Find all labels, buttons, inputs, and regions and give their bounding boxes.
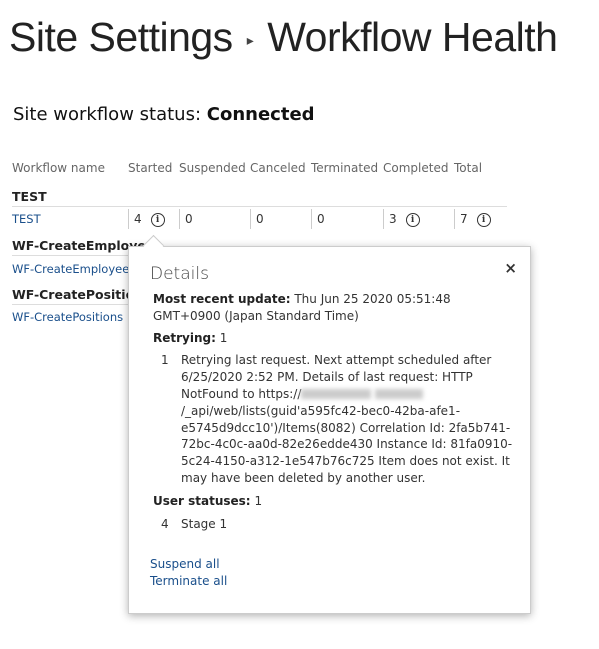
retry-item: 1 Retrying last request. Next attempt sch… xyxy=(161,352,513,486)
status-label: Site workflow status: xyxy=(13,104,202,125)
col-completed: Completed xyxy=(383,161,449,175)
redacted-host xyxy=(301,389,372,400)
redacted-host xyxy=(375,389,424,400)
terminated-cell: 0 xyxy=(311,209,325,229)
info-icon[interactable]: i xyxy=(405,212,420,227)
popover-actions: Suspend all Terminate all xyxy=(150,556,227,590)
col-total: Total xyxy=(454,161,483,175)
col-terminated: Terminated xyxy=(311,161,379,175)
user-status-count: 4 xyxy=(161,516,169,531)
breadcrumb-site-settings[interactable]: Site Settings xyxy=(9,14,233,60)
popover-title: Details xyxy=(150,264,209,284)
info-icon[interactable]: i xyxy=(476,212,491,227)
retrying-label: Retrying: xyxy=(153,330,216,345)
popover-body: Most recent update: Thu Jun 25 2020 05:5… xyxy=(153,291,513,538)
close-icon[interactable]: × xyxy=(504,259,517,277)
workflow-link[interactable]: WF-CreatePositions xyxy=(12,310,123,324)
user-status-text: Stage 1 xyxy=(181,516,228,531)
user-statuses-heading: User statuses: 1 xyxy=(153,493,513,510)
retrying-count: 1 xyxy=(219,330,228,345)
col-suspended: Suspended xyxy=(179,161,246,175)
status-value: Connected xyxy=(206,104,315,125)
site-workflow-status: Site workflow status: Connected xyxy=(13,104,315,125)
workflow-link[interactable]: WF-CreateEmployee xyxy=(12,262,129,276)
info-icon[interactable]: i xyxy=(150,212,165,227)
retry-text-part2: /_api/web/lists(guid'a595fc42-bec0-42ba-… xyxy=(181,403,513,485)
col-workflow-name: Workflow name xyxy=(12,161,105,175)
suspend-all-link[interactable]: Suspend all xyxy=(150,556,227,573)
col-canceled: Canceled xyxy=(250,161,306,175)
page-title: Site Settings ▸ Workflow Health xyxy=(9,14,558,61)
recent-label: Most recent update: xyxy=(153,292,291,306)
completed-count: 3 xyxy=(389,212,397,226)
user-statuses-count: 1 xyxy=(254,493,263,508)
suspended-cell: 0 xyxy=(179,209,193,229)
started-count: 4 xyxy=(134,212,142,226)
user-status-item: 4 Stage 1 xyxy=(161,516,513,533)
completed-cell: 3i xyxy=(383,209,420,229)
group-header: TEST xyxy=(12,189,507,207)
retry-item-count: 1 xyxy=(161,353,169,368)
user-statuses-label: User statuses: xyxy=(153,493,251,508)
canceled-cell: 0 xyxy=(250,209,264,229)
started-cell: 4i xyxy=(128,209,165,229)
breadcrumb-separator-icon: ▸ xyxy=(246,31,254,48)
workflow-link[interactable]: TEST xyxy=(12,212,41,226)
terminate-all-link[interactable]: Terminate all xyxy=(150,573,227,590)
retry-message: Retrying last request. Next attempt sche… xyxy=(181,352,513,486)
details-popover: Details × Most recent update: Thu Jun 25… xyxy=(128,246,531,614)
col-started: Started xyxy=(128,161,173,175)
total-cell: 7i xyxy=(454,209,491,229)
total-count: 7 xyxy=(460,212,468,226)
retrying-heading: Retrying: 1 xyxy=(153,330,513,347)
breadcrumb-current: Workflow Health xyxy=(267,14,558,60)
most-recent-update: Most recent update: Thu Jun 25 2020 05:5… xyxy=(153,291,513,325)
